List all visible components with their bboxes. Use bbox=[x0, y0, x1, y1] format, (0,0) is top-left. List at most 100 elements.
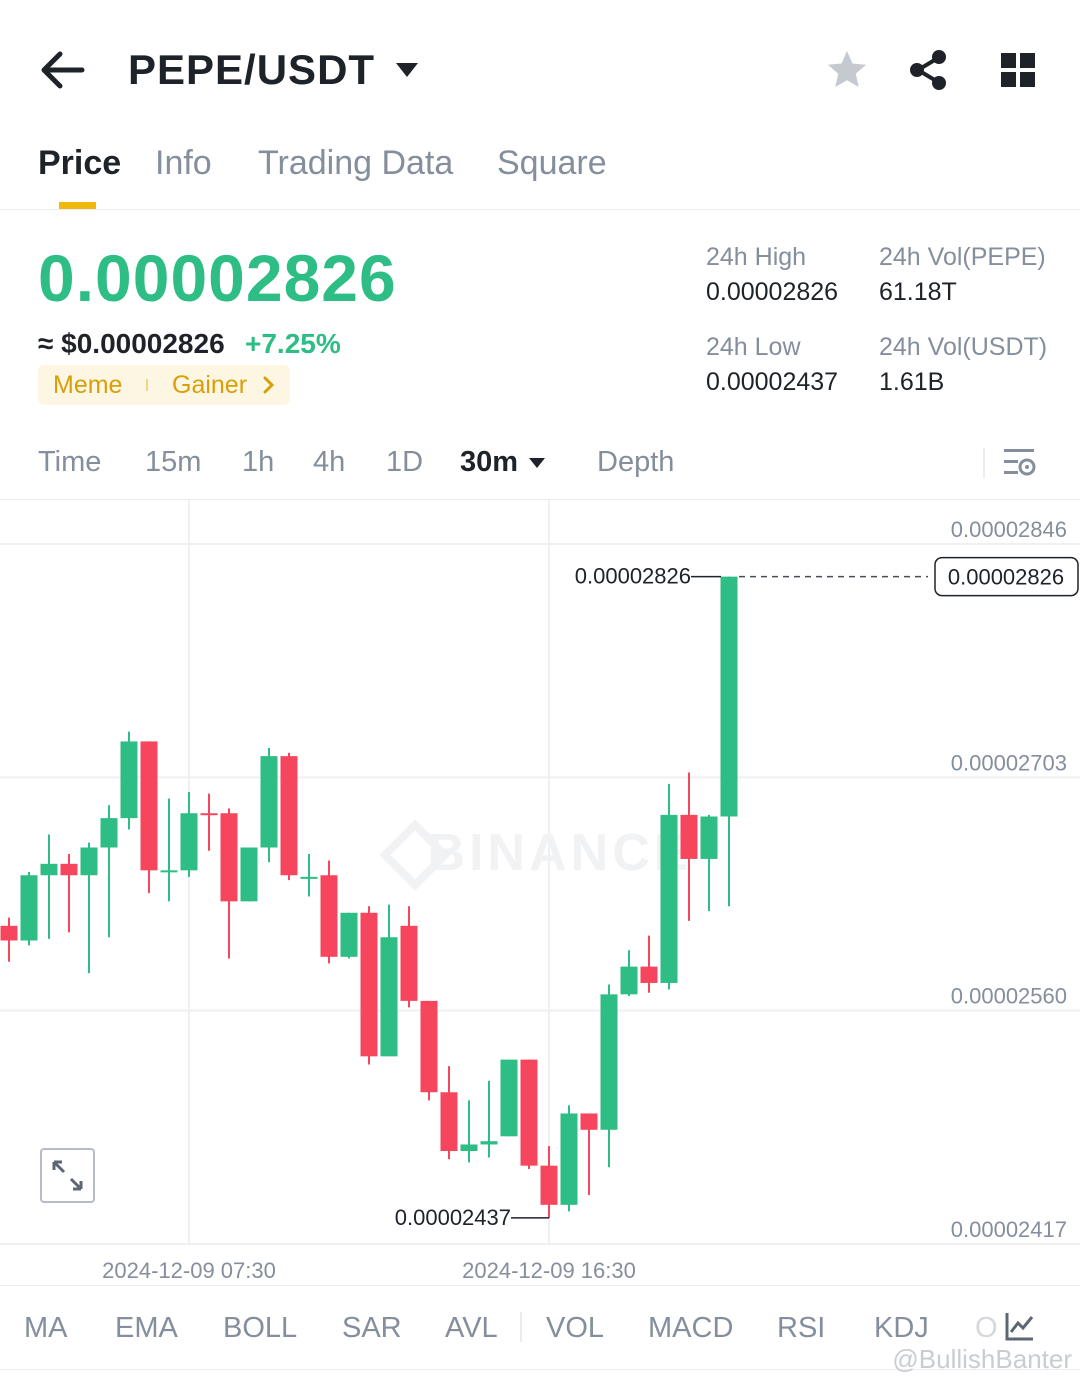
indicator-boll[interactable]: BOLL bbox=[223, 1312, 297, 1345]
candle-body bbox=[480, 1141, 498, 1145]
high-marker-label: 0.00002826 bbox=[575, 564, 691, 589]
candle-body bbox=[60, 863, 78, 876]
candle-body bbox=[300, 876, 318, 879]
interval-selected[interactable]: 30m bbox=[460, 446, 518, 479]
candlestick-chart[interactable]: 0.00002846 0.00002703 0.00002560 0.00002417… bbox=[0, 500, 1080, 1285]
candle-body bbox=[380, 937, 398, 1057]
candle-body bbox=[260, 756, 278, 848]
interval-time[interactable]: Time bbox=[38, 446, 101, 479]
candle-body bbox=[200, 813, 218, 816]
candle-body bbox=[660, 814, 678, 983]
y-tick-label: 0.00002846 bbox=[951, 517, 1067, 542]
candle-body bbox=[20, 875, 38, 941]
candle-body bbox=[0, 925, 18, 941]
interval-15m[interactable]: 15m bbox=[145, 446, 201, 479]
vol-base-label: 24h Vol(PEPE) bbox=[879, 243, 1046, 271]
indicator-kdj[interactable]: KDJ bbox=[874, 1312, 929, 1345]
binance-watermark: BINANCE bbox=[428, 824, 693, 882]
candle-body bbox=[720, 576, 738, 817]
indicator-rsi[interactable]: RSI bbox=[777, 1312, 825, 1345]
candle-body bbox=[460, 1144, 478, 1151]
tag-gainer: Gainer bbox=[172, 371, 248, 399]
candle-body bbox=[280, 756, 298, 876]
tag-meme: Meme bbox=[53, 371, 123, 399]
candle-body bbox=[160, 870, 178, 873]
price-change-percent: +7.25% bbox=[245, 328, 341, 359]
interval-4h[interactable]: 4h bbox=[313, 446, 345, 479]
indicator-sar[interactable]: SAR bbox=[342, 1312, 402, 1345]
candle-body bbox=[560, 1113, 578, 1205]
candle-body bbox=[580, 1113, 598, 1130]
candle-body bbox=[100, 818, 118, 848]
candle-body bbox=[340, 912, 358, 957]
high-24h-label: 24h High bbox=[706, 243, 807, 271]
vol-base-value: 61.18T bbox=[879, 278, 957, 306]
low-marker-label: 0.00002437 bbox=[395, 1205, 511, 1230]
y-tick-label: 0.00002703 bbox=[951, 750, 1067, 775]
indicator-macd[interactable]: MACD bbox=[648, 1312, 733, 1345]
chart-settings-icon[interactable] bbox=[1002, 446, 1038, 485]
candle-body bbox=[540, 1165, 558, 1205]
last-price: 0.00002826 bbox=[38, 241, 397, 315]
y-tick-label: 0.00002417 bbox=[951, 1217, 1067, 1242]
vol-quote-label: 24h Vol(USDT) bbox=[879, 333, 1048, 361]
indicator-ema[interactable]: EMA bbox=[115, 1312, 178, 1345]
indicator-ma[interactable]: MA bbox=[24, 1312, 68, 1345]
tags-chip[interactable]: Meme Gainer bbox=[38, 365, 290, 405]
indicator-settings-icon[interactable] bbox=[1004, 1310, 1036, 1347]
x-tick-label: 2024-12-09 16:30 bbox=[462, 1258, 636, 1283]
interval-divider bbox=[983, 448, 985, 478]
candle-body bbox=[40, 863, 58, 876]
candle-body bbox=[320, 875, 338, 957]
indicator-more[interactable]: O bbox=[975, 1312, 998, 1345]
page-tabs: Price Info Trading Data Square bbox=[0, 130, 1080, 210]
y-tick-label: 0.00002560 bbox=[951, 984, 1067, 1009]
candle-body bbox=[420, 1000, 438, 1093]
candle-body bbox=[440, 1092, 458, 1151]
tab-price[interactable]: Price bbox=[38, 144, 121, 183]
candle-body bbox=[680, 814, 698, 859]
indicator-divider bbox=[520, 1312, 522, 1342]
tab-trading-data[interactable]: Trading Data bbox=[258, 144, 453, 183]
candle-body bbox=[620, 966, 638, 995]
candle-body bbox=[640, 966, 658, 983]
tab-square[interactable]: Square bbox=[497, 144, 607, 183]
candle-body bbox=[240, 847, 258, 902]
high-24h-value: 0.00002826 bbox=[706, 278, 839, 306]
candle-body bbox=[180, 813, 198, 871]
vol-quote-value: 1.61B bbox=[879, 368, 945, 396]
watermark-handle: @BullishBanter bbox=[892, 1344, 1072, 1374]
share-icon[interactable] bbox=[906, 48, 950, 92]
candle-body bbox=[360, 912, 378, 1057]
interval-1h[interactable]: 1h bbox=[242, 446, 274, 479]
candle-body bbox=[220, 813, 238, 902]
interval-bar: Time 15m 1h 4h 1D 30m Depth bbox=[0, 430, 1080, 500]
tab-info[interactable]: Info bbox=[155, 144, 212, 183]
depth-tab[interactable]: Depth bbox=[597, 446, 674, 479]
indicator-vol[interactable]: VOL bbox=[546, 1312, 604, 1345]
back-arrow-icon[interactable] bbox=[38, 48, 88, 92]
tag-divider bbox=[146, 379, 148, 391]
low-24h-label: 24h Low bbox=[706, 333, 801, 361]
candle-body bbox=[600, 994, 618, 1130]
candle-body bbox=[500, 1059, 518, 1137]
candle-body bbox=[120, 741, 138, 819]
favorite-star-icon[interactable] bbox=[825, 48, 869, 92]
interval-1d[interactable]: 1D bbox=[386, 446, 423, 479]
candle-body bbox=[700, 816, 718, 859]
candle-body bbox=[520, 1059, 538, 1166]
x-tick-label: 2024-12-09 07:30 bbox=[102, 1258, 276, 1283]
grid-menu-icon[interactable] bbox=[996, 48, 1040, 92]
pair-title[interactable]: PEPE/USDT bbox=[128, 46, 375, 94]
pair-dropdown-icon[interactable] bbox=[394, 60, 420, 80]
low-24h-value: 0.00002437 bbox=[706, 368, 839, 396]
top-bar: PEPE/USDT bbox=[0, 0, 1080, 130]
candle-body bbox=[140, 741, 158, 871]
candle-body bbox=[400, 925, 418, 1001]
chevron-right-icon bbox=[262, 374, 276, 401]
interval-dropdown-icon[interactable] bbox=[528, 456, 546, 475]
fiat-price: ≈ $0.00002826 bbox=[38, 328, 225, 359]
indicator-avl[interactable]: AVL bbox=[445, 1312, 498, 1345]
expand-chart-icon[interactable] bbox=[40, 1148, 95, 1203]
last-price-label: 0.00002826 bbox=[948, 565, 1064, 590]
